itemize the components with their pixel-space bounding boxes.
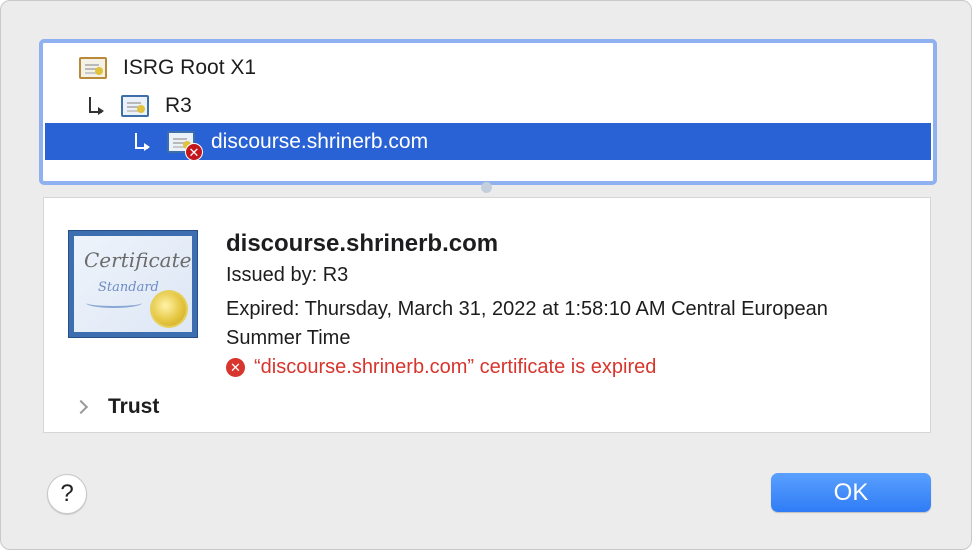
certificate-root-icon [79, 56, 107, 79]
chain-item-label: R3 [165, 93, 192, 117]
indent-arrow-icon [131, 131, 153, 153]
certificate-large-icon: Certificate Standard [69, 231, 197, 337]
indent-arrow-icon [85, 95, 107, 117]
trust-label: Trust [108, 395, 160, 418]
certificate-expiration: Expired: Thursday, March 31, 2022 at 1:5… [226, 298, 828, 349]
error-badge-icon: ✕ [185, 142, 203, 161]
certificate-error-message: “discourse.shrinerb.com” certificate is … [254, 356, 657, 378]
chain-item-label: ISRG Root X1 [123, 55, 257, 79]
certificate-chain-list[interactable]: ISRG Root X1 R3 ✕ discourse.shrinerb.com [39, 39, 937, 185]
error-icon: ✕ [226, 358, 245, 377]
chain-item-leaf-selected[interactable]: ✕ discourse.shrinerb.com [45, 123, 931, 161]
certificate-error-row: ✕ “discourse.shrinerb.com” certificate i… [226, 356, 656, 379]
certificate-invalid-icon: ✕ [167, 130, 203, 161]
chain-item-intermediate[interactable]: R3 [45, 87, 931, 124]
ok-button[interactable]: OK [771, 473, 931, 512]
certificate-dialog: ISRG Root X1 R3 ✕ discourse.shrinerb.com… [0, 0, 972, 550]
certificate-intermediate-icon [121, 94, 149, 117]
trust-disclosure[interactable]: Trust [73, 395, 160, 419]
chain-item-root[interactable]: ISRG Root X1 [45, 49, 931, 86]
chevron-right-icon[interactable] [73, 399, 89, 415]
chain-item-label: discourse.shrinerb.com [211, 129, 429, 153]
certificate-common-name: discourse.shrinerb.com [226, 230, 499, 257]
certificate-detail-panel: Certificate Standard discourse.shrinerb.… [43, 197, 931, 433]
help-button[interactable]: ? [47, 474, 87, 514]
split-view-divider-handle[interactable] [481, 182, 492, 193]
certificate-issuer: Issued by: R3 [226, 264, 349, 286]
